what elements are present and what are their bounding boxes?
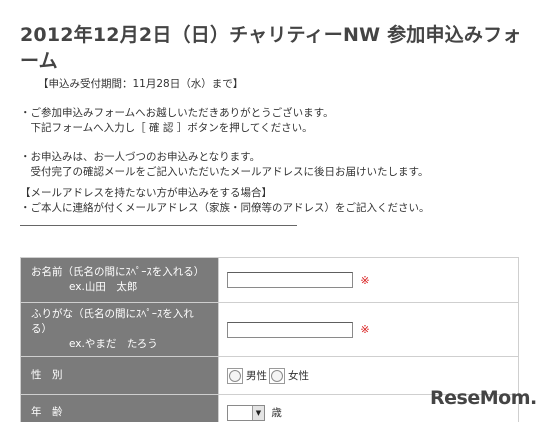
no-email-paragraph: 【メールアドレスを持たない方が申込みをする場合】 ・ご本人に連絡が付くメールアド… bbox=[20, 186, 430, 216]
name-label-example: ex.山田 太郎 bbox=[69, 281, 138, 293]
furigana-field-cell: ※ bbox=[218, 302, 519, 357]
gender-male-radio[interactable] bbox=[229, 369, 241, 382]
name-label: お名前（氏名の間にｽﾍﾟｰｽを入れる） ex.山田 太郎 bbox=[20, 257, 219, 303]
form-row-furigana: ふりがな（氏名の間にｽﾍﾟｰｽを入れる） ex.やまだ たろう ※ bbox=[20, 302, 519, 357]
age-label-text: 年 齢 bbox=[31, 406, 63, 418]
gender-label-text: 性 別 bbox=[31, 369, 63, 381]
furigana-input[interactable] bbox=[227, 321, 353, 338]
application-info-paragraph: ・お申込みは、お一人づつのお申込みとなります。 受付完了の確認メールをご記入いた… bbox=[20, 150, 428, 180]
gender-female-label[interactable]: 女性 bbox=[288, 370, 309, 382]
resemom-logo: ReseMom. bbox=[430, 387, 537, 409]
gender-female-radio[interactable] bbox=[271, 369, 283, 382]
intro-line-2: 下記フォームへ入力し［ 確 認 ］ボタンを押してください。 bbox=[20, 122, 313, 134]
intro-line-1: ・ご参加申込みフォームへお越しいただきありがとうございます。 bbox=[20, 107, 334, 119]
logo-o: o bbox=[498, 387, 511, 409]
info-line-2: 受付完了の確認メールをご記入いただいたメールアドレスに後日お届けいたします。 bbox=[20, 166, 429, 178]
logo-part-a: Rese bbox=[430, 387, 480, 409]
info-line-1: ・お申込みは、お一人づつのお申込みとなります。 bbox=[20, 151, 261, 163]
age-unit: 歳 bbox=[271, 407, 282, 419]
name-label-text: お名前（氏名の間にｽﾍﾟｰｽを入れる） bbox=[31, 266, 205, 278]
chevron-down-icon[interactable]: ▼ bbox=[252, 405, 264, 420]
gender-male-radio-box[interactable] bbox=[227, 367, 243, 384]
gender-label: 性 別 bbox=[20, 356, 219, 395]
required-mark: ※ bbox=[360, 323, 370, 336]
name-field-cell: ※ bbox=[218, 257, 519, 303]
application-period-notice: 【申込み受付期間：11月28日（水）まで】 bbox=[38, 78, 244, 90]
logo-part-c: m. bbox=[510, 387, 538, 409]
age-label: 年 齢 bbox=[20, 394, 219, 422]
form-row-name: お名前（氏名の間にｽﾍﾟｰｽを入れる） ex.山田 太郎 ※ bbox=[20, 257, 519, 303]
age-select[interactable]: ▼ bbox=[227, 404, 265, 421]
intro-paragraph: ・ご参加申込みフォームへお越しいただきありがとうございます。 下記フォームへ入力… bbox=[20, 106, 334, 136]
divider bbox=[20, 225, 297, 226]
page-title: 2012年12月2日（日）チャリティーNW 参加申込みフォーム bbox=[20, 24, 522, 72]
furigana-label-text: ふりがな（氏名の間にｽﾍﾟｰｽを入れる） bbox=[31, 308, 194, 335]
gender-male-label[interactable]: 男性 bbox=[246, 370, 267, 382]
name-input[interactable] bbox=[227, 272, 353, 288]
furigana-label-example: ex.やまだ たろう bbox=[69, 338, 158, 350]
gender-female-radio-box[interactable] bbox=[269, 367, 285, 384]
no-email-line: ・ご本人に連絡が付くメールアドレス（家族・同僚等のアドレス）をご記入ください。 bbox=[20, 202, 430, 214]
furigana-label: ふりがな（氏名の間にｽﾍﾟｰｽを入れる） ex.やまだ たろう bbox=[20, 302, 219, 357]
logo-part-b: M bbox=[479, 387, 499, 409]
required-mark: ※ bbox=[360, 273, 370, 287]
no-email-heading: 【メールアドレスを持たない方が申込みをする場合】 bbox=[20, 187, 272, 199]
